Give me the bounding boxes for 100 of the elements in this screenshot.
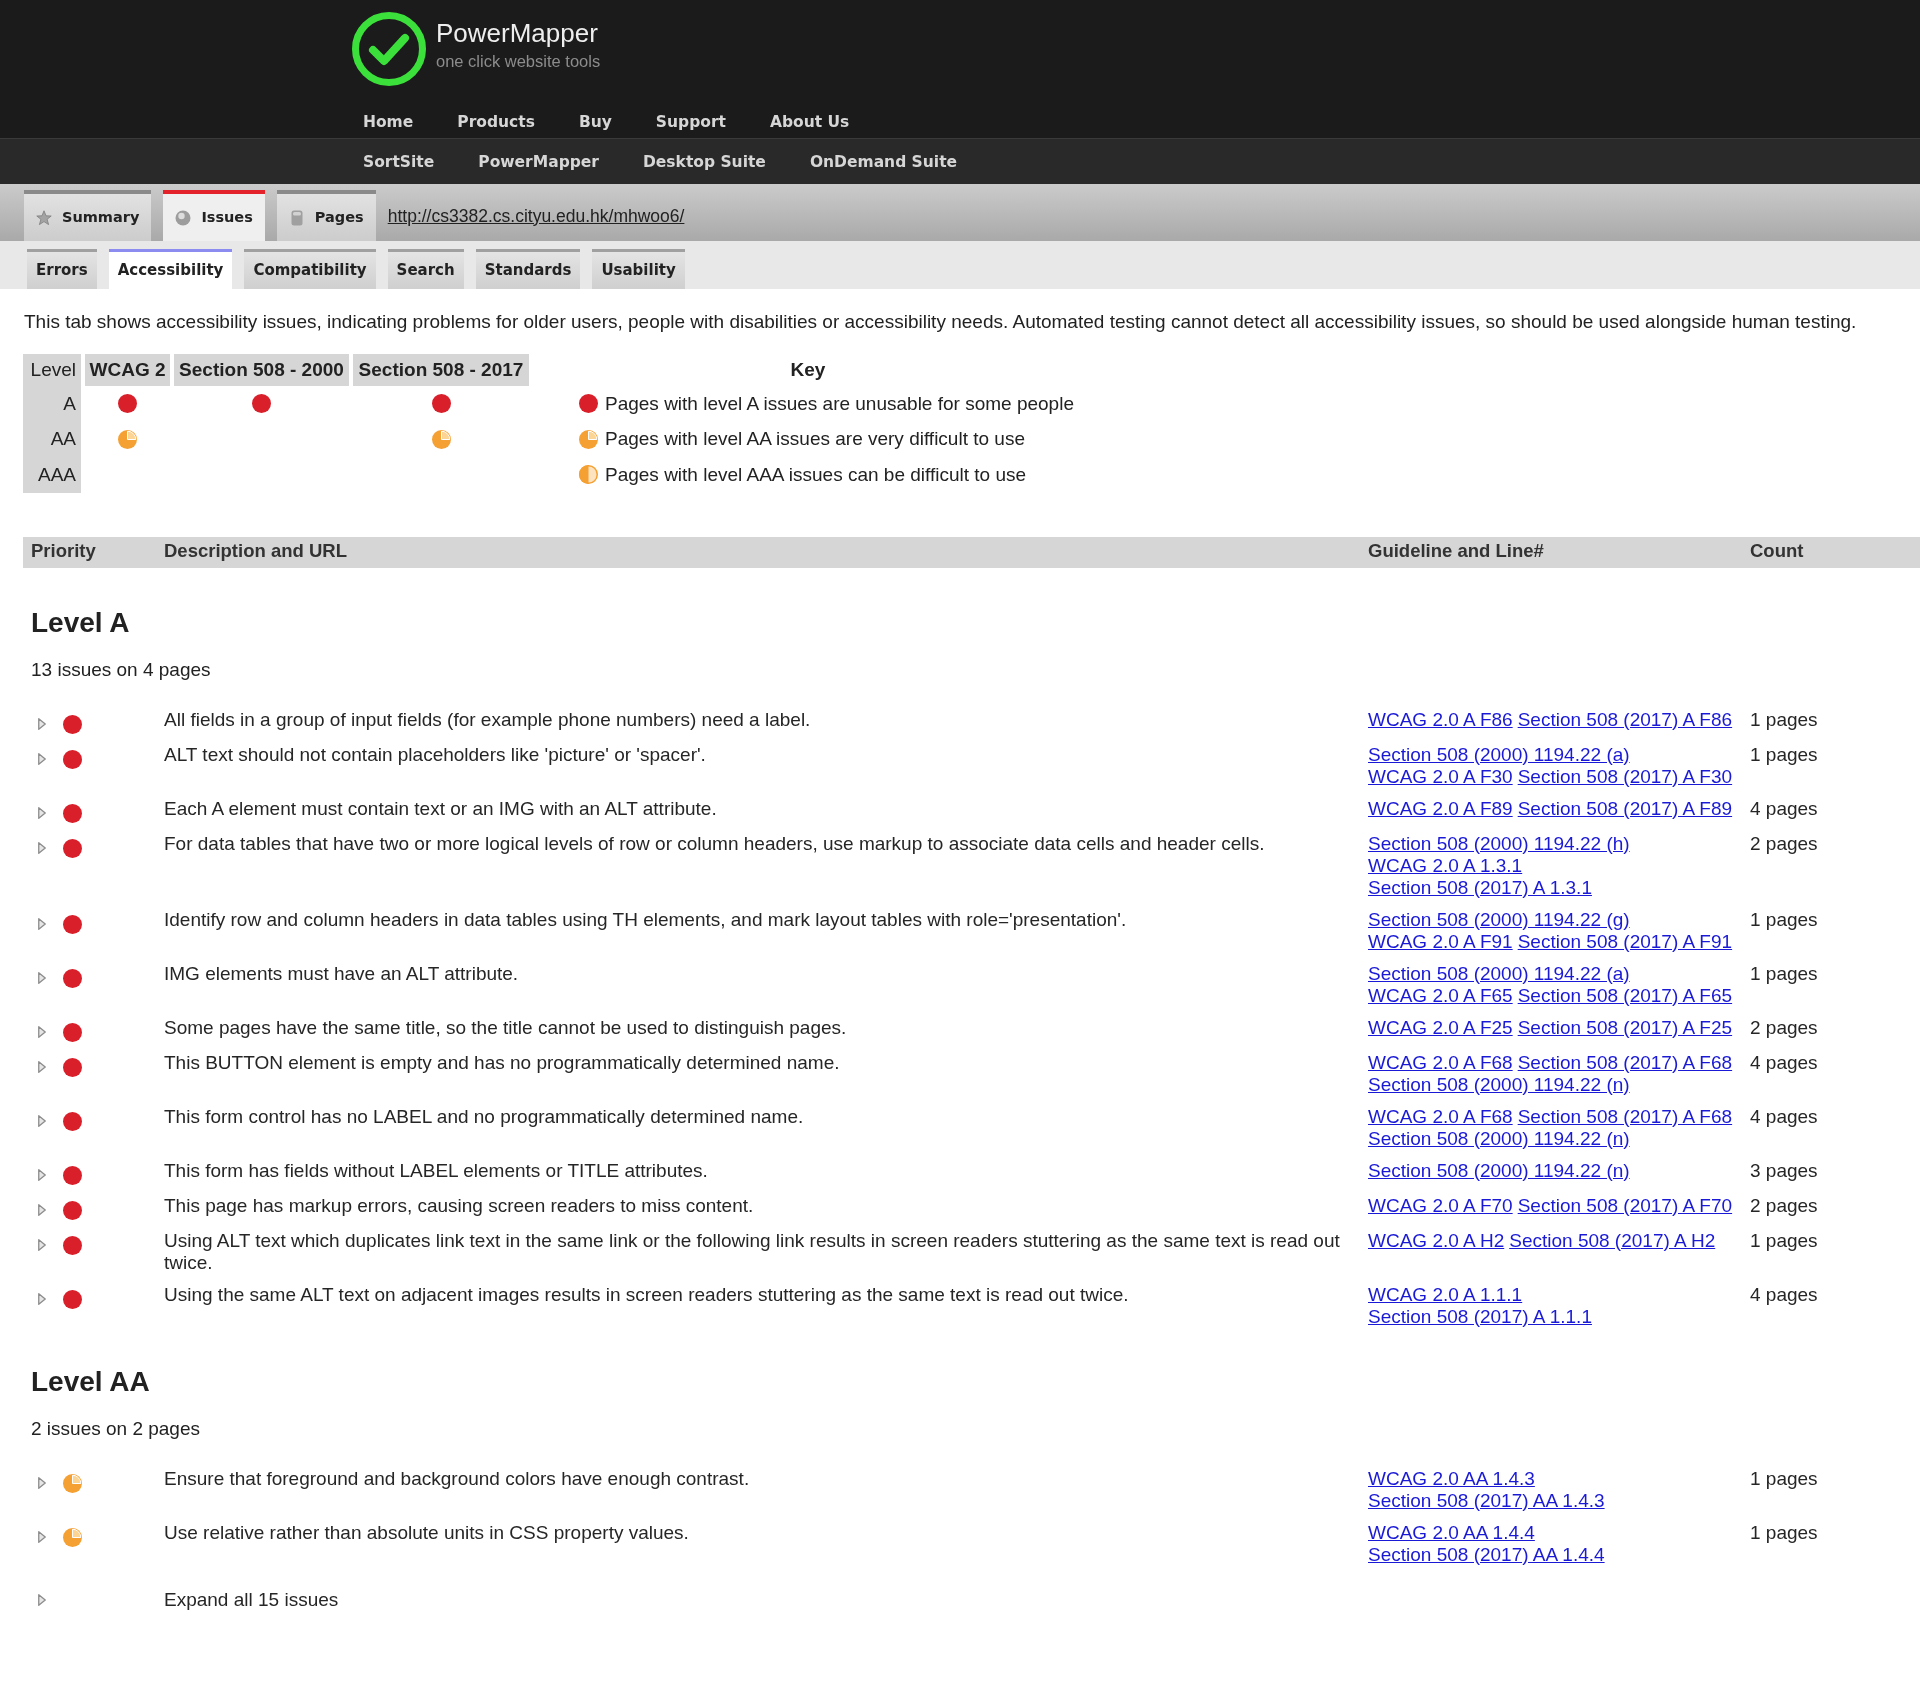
nav-link[interactable]: Desktop Suite	[643, 151, 766, 172]
guideline-link[interactable]: WCAG 2.0 A F65	[1368, 984, 1513, 1007]
issue-description: This form control has no LABEL and no programmatically determined name.	[164, 1105, 804, 1128]
key-text: Pages with level A issues are unusable for some people	[605, 392, 1074, 415]
nav-link[interactable]: SortSite	[363, 151, 435, 172]
pie-icon	[578, 429, 598, 449]
nav-link[interactable]: OnDemand Suite	[809, 151, 958, 172]
section-heading: Level AA	[31, 1365, 150, 1398]
guideline-link[interactable]: Section 508 (2017) A F65	[1517, 984, 1733, 1007]
caret-icon[interactable]	[38, 1530, 46, 1543]
issue-description: Some pages have the same title, so the title cannot be used to distinguish pages.	[164, 1016, 847, 1039]
guideline-link[interactable]: Section 508 (2017) A F70	[1517, 1194, 1733, 1217]
guideline-link[interactable]: WCAG 2.0 A F68	[1368, 1051, 1513, 1074]
guideline-link[interactable]: Section 508 (2017) A F30	[1517, 765, 1733, 788]
expand-all-link[interactable]: Expand all 15 issues	[164, 1588, 339, 1610]
guideline-link[interactable]: WCAG 2.0 A H2	[1368, 1229, 1505, 1252]
guideline-link[interactable]: Section 508 (2000) 1194.22 (a)	[1368, 962, 1630, 985]
key-text: Pages with level AA issues are very difficult to use	[605, 428, 1025, 451]
dot-icon	[63, 1165, 82, 1185]
guideline-link[interactable]: WCAG 2.0 A F68	[1368, 1105, 1513, 1128]
guideline-link[interactable]: WCAG 2.0 A 1.3.1	[1368, 854, 1523, 877]
caret-icon[interactable]	[38, 1168, 46, 1181]
category-tab[interactable]: Usability	[592, 249, 685, 289]
caret-icon[interactable]	[38, 1203, 46, 1216]
guideline-link[interactable]: Section 508 (2017) A F25	[1517, 1016, 1733, 1039]
guideline-link[interactable]: Section 508 (2000) 1194.22 (a)	[1368, 743, 1630, 766]
logo-icon[interactable]	[352, 12, 426, 86]
guideline-link[interactable]: WCAG 2.0 AA 1.4.4	[1368, 1521, 1535, 1544]
column-header: Count	[1750, 540, 1804, 561]
column-header: Priority	[31, 540, 96, 561]
guideline-link[interactable]: Section 508 (2000) 1194.22 (h)	[1368, 832, 1630, 855]
half-circle-icon	[578, 465, 598, 485]
guideline-link[interactable]: WCAG 2.0 A F30	[1368, 765, 1513, 788]
page-count: 1 pages	[1750, 1467, 1818, 1489]
caret-icon[interactable]	[38, 752, 46, 765]
caret-icon[interactable]	[38, 1114, 46, 1127]
guideline-link[interactable]: Section 508 (2017) A H2	[1509, 1229, 1716, 1252]
issue-description: Each A element must contain text or an IMG with an ALT attribute.	[164, 797, 717, 820]
category-tab[interactable]: Accessibility	[108, 249, 233, 289]
issue-description: Identify row and column headers in data tables using TH elements, and mark layout tables with role='presentation'.	[164, 908, 1127, 931]
issue-description: Using the same ALT text on adjacent images results in screen readers stuttering as the same text is read out twice.	[164, 1283, 1129, 1306]
guideline-link[interactable]: Section 508 (2017) AA 1.4.3	[1368, 1489, 1605, 1512]
guideline-link[interactable]: Section 508 (2017) A F68	[1517, 1051, 1733, 1074]
key-text: Pages with level AAA issues can be difficult to use	[605, 463, 1027, 486]
category-tab[interactable]: Compatibility	[244, 249, 376, 289]
dot-icon	[578, 394, 598, 414]
caret-icon[interactable]	[38, 1476, 46, 1489]
guideline-link[interactable]: Section 508 (2017) A 1.1.1	[1368, 1305, 1592, 1328]
guideline-link[interactable]: WCAG 2.0 A F91	[1368, 930, 1513, 953]
guideline-link[interactable]: Section 508 (2000) 1194.22 (n)	[1368, 1159, 1630, 1182]
guideline-link[interactable]: Section 508 (2017) AA 1.4.4	[1368, 1543, 1605, 1566]
guideline-link[interactable]: WCAG 2.0 A F86	[1368, 708, 1513, 731]
guideline-link[interactable]: Section 508 (2000) 1194.22 (g)	[1368, 908, 1630, 931]
guideline-link[interactable]: Section 508 (2017) A F89	[1517, 797, 1733, 820]
caret-icon[interactable]	[38, 1238, 46, 1251]
issue-description: Using ALT text which duplicates link text in the same link or the following link results in screen readers stuttering as the same text is read out twice.	[164, 1229, 1341, 1274]
issue-description: This form has fields without LABEL elements or TITLE attributes.	[164, 1159, 708, 1182]
dot-icon	[63, 1200, 82, 1220]
guideline-link[interactable]: WCAG 2.0 A 1.1.1	[1368, 1283, 1523, 1306]
page-count: 4 pages	[1750, 1283, 1818, 1305]
guideline-link[interactable]: Section 508 (2000) 1194.22 (n)	[1368, 1073, 1630, 1096]
column-header: Section 508 - 2000	[174, 354, 349, 386]
dot-icon	[63, 1022, 82, 1042]
issue-description: For data tables that have two or more logical levels of row or column headers, use markup to associate data cells and header cells.	[164, 832, 1265, 855]
guideline-link[interactable]: WCAG 2.0 AA 1.4.3	[1368, 1467, 1535, 1490]
guideline-link[interactable]: Section 508 (2017) A F91	[1517, 930, 1733, 953]
category-tab[interactable]: Search	[387, 249, 464, 289]
page-count: 1 pages	[1750, 743, 1818, 765]
section-summary: 13 issues on 4 pages	[31, 658, 211, 681]
caret-icon[interactable]	[38, 1292, 46, 1305]
guideline-link[interactable]: Section 508 (2017) A F68	[1517, 1105, 1733, 1128]
site-url-link[interactable]: http://cs3382.cs.cityu.edu.hk/mhwoo6/	[387, 205, 685, 226]
report-tab[interactable]: Pages	[276, 190, 376, 241]
caret-icon[interactable]	[38, 717, 46, 730]
caret-icon[interactable]	[38, 917, 46, 930]
guideline-link[interactable]: Section 508 (2017) A F86	[1517, 708, 1733, 731]
guideline-link[interactable]: WCAG 2.0 A F25	[1368, 1016, 1513, 1039]
category-tab[interactable]: Errors	[27, 249, 97, 289]
caret-icon[interactable]	[38, 1060, 46, 1073]
category-tab[interactable]: Standards	[475, 249, 581, 289]
guideline-link[interactable]: WCAG 2.0 A F70	[1368, 1194, 1513, 1217]
report-tab[interactable]: Summary	[24, 190, 152, 241]
caret-icon[interactable]	[38, 806, 46, 819]
caret-icon[interactable]	[38, 1593, 46, 1606]
row-header: A	[23, 386, 81, 422]
page-count: 1 pages	[1750, 1229, 1818, 1251]
guideline-link[interactable]: Section 508 (2017) A 1.3.1	[1368, 876, 1592, 899]
nav-link[interactable]: PowerMapper	[478, 151, 599, 172]
caret-icon[interactable]	[38, 971, 46, 984]
guideline-link[interactable]: Section 508 (2000) 1194.22 (n)	[1368, 1127, 1630, 1150]
dot-icon	[63, 749, 82, 769]
guideline-link[interactable]: WCAG 2.0 A F89	[1368, 797, 1513, 820]
caret-icon[interactable]	[38, 841, 46, 854]
nav-link[interactable]: Home	[363, 112, 414, 132]
caret-icon[interactable]	[38, 1025, 46, 1038]
nav-link[interactable]: Products	[457, 112, 535, 132]
nav-link[interactable]: Support	[655, 112, 726, 132]
nav-link[interactable]: About Us	[769, 112, 850, 132]
nav-link[interactable]: Buy	[578, 112, 612, 132]
report-tab[interactable]: Issues	[163, 190, 265, 241]
